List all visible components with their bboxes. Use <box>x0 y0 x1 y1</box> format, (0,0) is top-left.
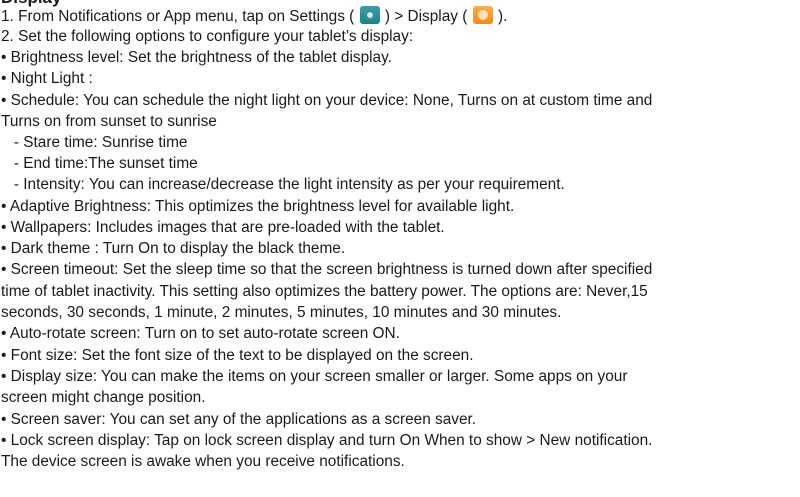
text-line: screen might change position. <box>1 389 206 406</box>
text-line: - Stare time: Sunrise time <box>1 134 188 151</box>
text-line: • Brightness level: Set the brightness o… <box>1 49 392 66</box>
text-line: 2. Set the following options to configur… <box>1 28 414 45</box>
text-line: • Screen saver: You can set any of the a… <box>1 411 477 428</box>
text-line: Turns on from sunset to sunrise <box>1 113 217 130</box>
text-line: - End time:The sunset time <box>1 155 198 172</box>
text-line: The device screen is awake when you rece… <box>1 453 405 470</box>
display-icon <box>472 6 493 24</box>
step-1-text-post: ). <box>493 8 508 25</box>
step-1-line: 1. From Notifications or App menu, tap o… <box>1 6 507 27</box>
document-page: Display 1. From Notifications or App men… <box>0 0 800 497</box>
settings-icon <box>359 6 380 24</box>
text-line: • Display size: You can make the items o… <box>1 368 628 385</box>
text-line: • Adaptive Brightness: This optimizes th… <box>1 198 515 215</box>
text-line: • Screen timeout: Set the sleep time so … <box>1 261 653 278</box>
step-1-text-mid: ) > Display ( <box>380 8 472 25</box>
step-1-text-pre: 1. From Notifications or App menu, tap o… <box>1 8 359 25</box>
text-line: time of tablet inactivity. This setting … <box>1 283 648 300</box>
text-line: • Wallpapers: Includes images that are p… <box>1 219 445 236</box>
text-line: • Auto-rotate screen: Turn on to set aut… <box>1 325 400 342</box>
text-line: - Intensity: You can increase/decrease t… <box>1 176 565 193</box>
text-line: • Schedule: You can schedule the night l… <box>1 92 653 109</box>
text-line: • Font size: Set the font size of the te… <box>1 347 474 364</box>
text-line: seconds, 30 seconds, 1 minute, 2 minutes… <box>1 304 562 321</box>
text-line: • Dark theme : Turn On to display the bl… <box>1 240 346 257</box>
text-line: • Lock screen display: Tap on lock scree… <box>1 432 653 449</box>
text-line: • Night Light : <box>1 70 93 87</box>
